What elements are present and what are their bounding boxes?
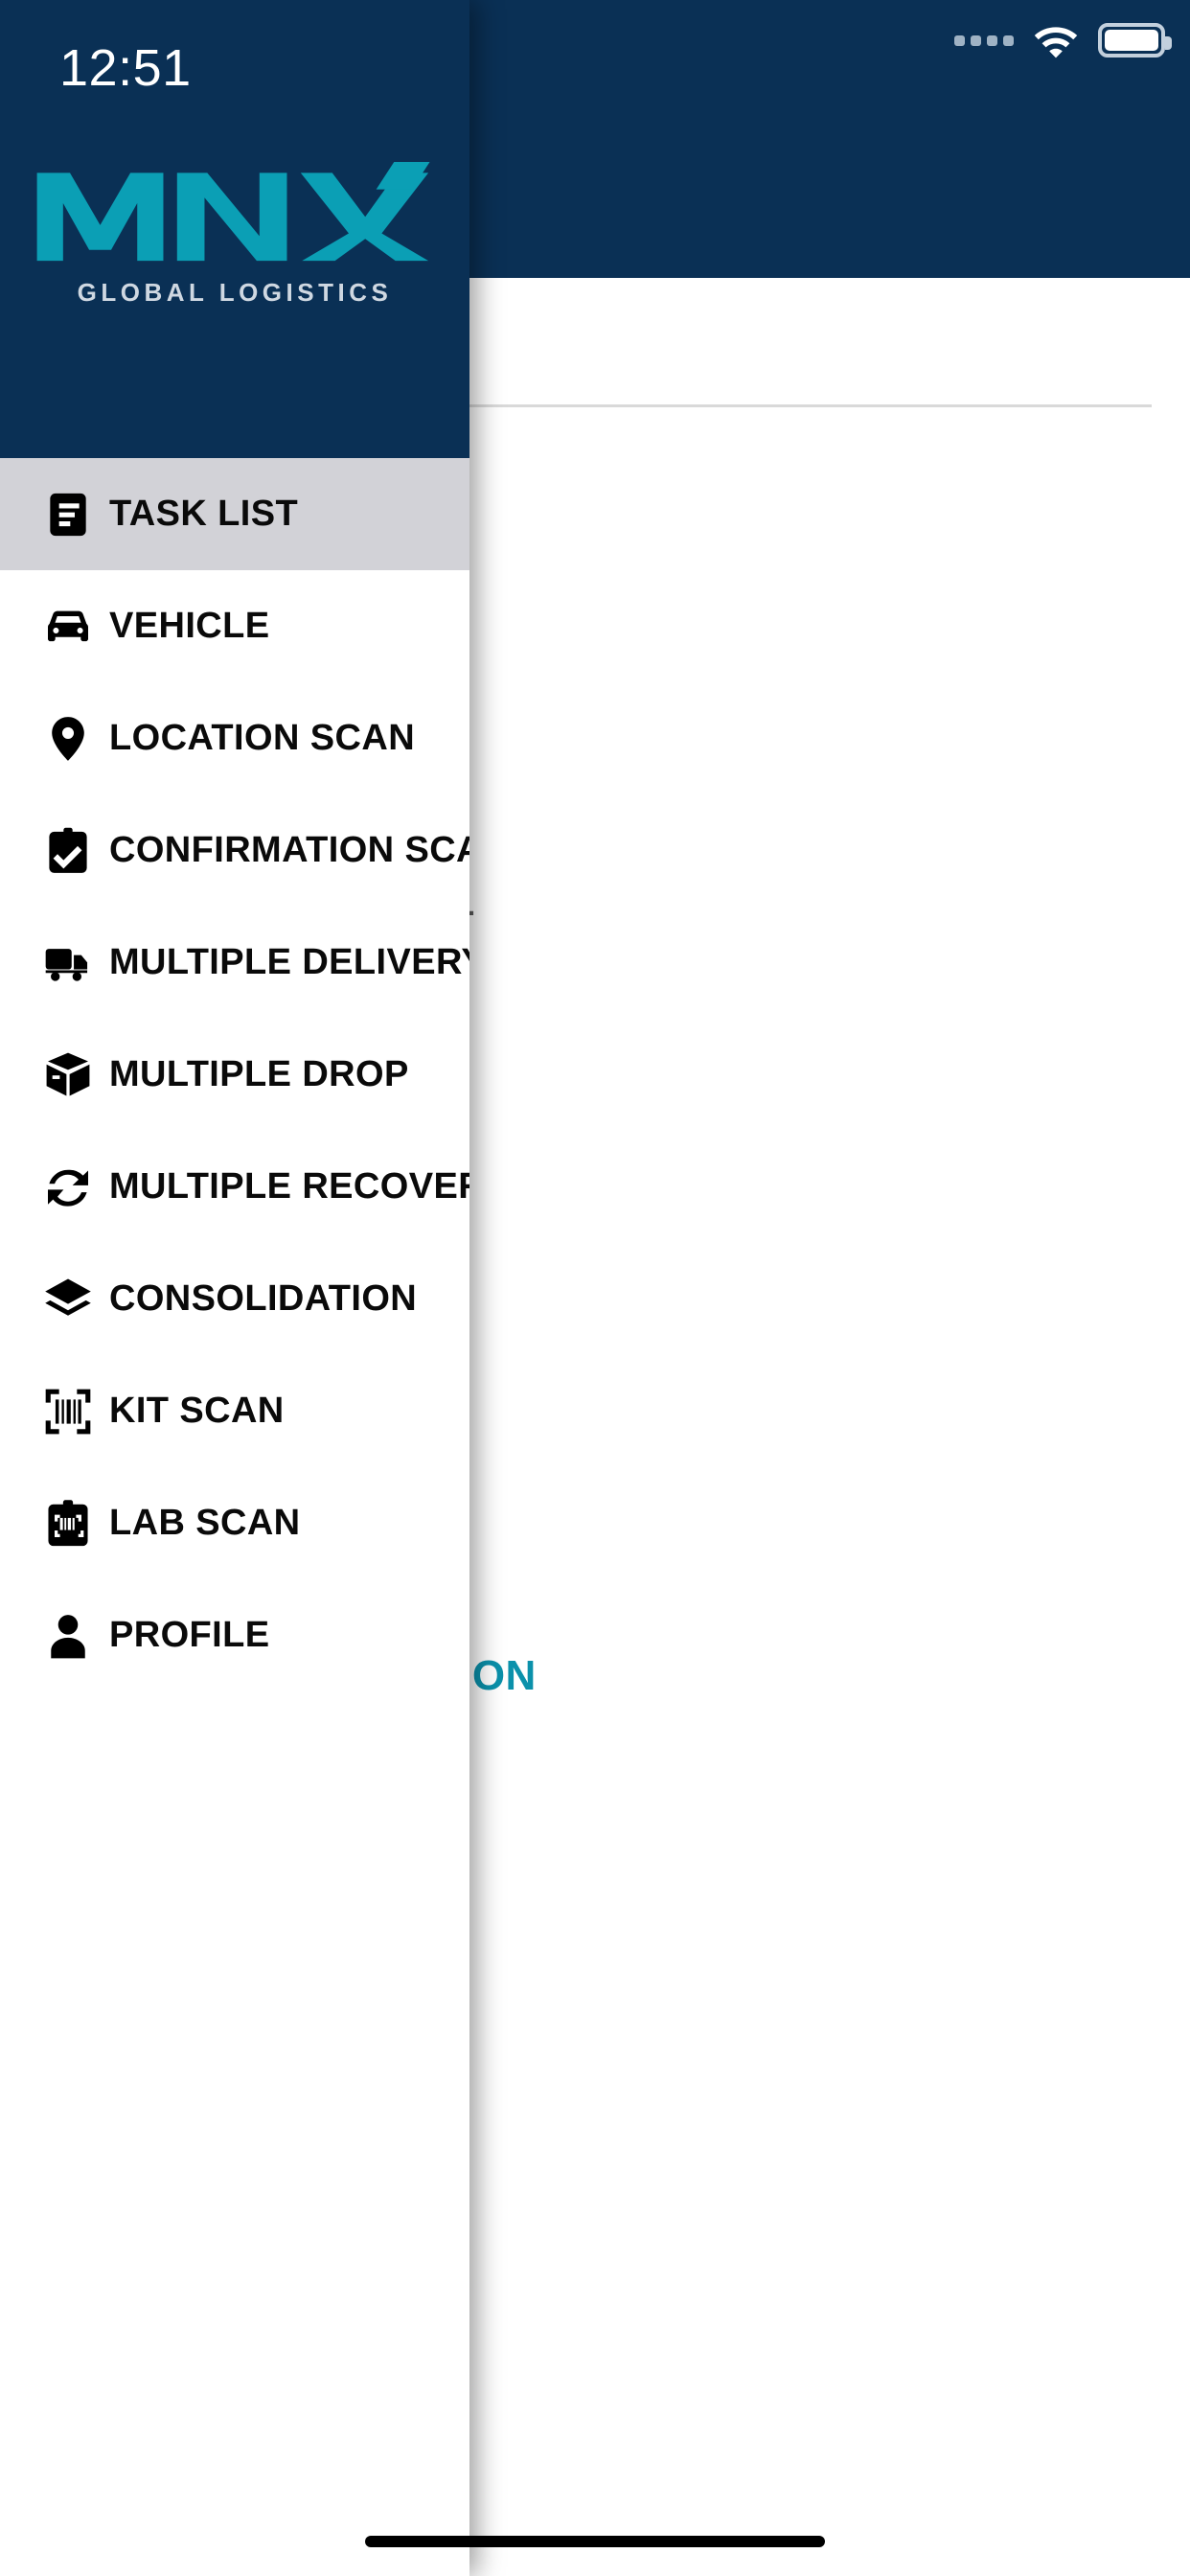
map-pin-icon <box>27 712 109 766</box>
home-indicator <box>365 2536 825 2547</box>
layers-icon <box>27 1273 109 1326</box>
sidebar-item-label: CONFIRMATION SCAN <box>109 830 469 870</box>
task-list-icon <box>27 488 109 541</box>
sidebar-item-label: LAB SCAN <box>109 1503 301 1543</box>
delivery-truck-icon <box>27 936 109 990</box>
box-icon <box>27 1048 109 1102</box>
sidebar-item-task-list[interactable]: TASK LIST <box>0 458 469 570</box>
drawer-header: 12:51 GLOBAL LOGISTICS <box>0 0 469 458</box>
sidebar-item-location-scan[interactable]: LOCATION SCAN <box>0 682 469 794</box>
mnx-logo-icon <box>36 161 430 262</box>
sidebar-item-consolidation[interactable]: CONSOLIDATION <box>0 1243 469 1355</box>
clipboard-barcode-icon <box>27 1497 109 1551</box>
sidebar-item-multiple-drop[interactable]: MULTIPLE DROP <box>0 1019 469 1131</box>
sidebar-item-label: TASK LIST <box>109 494 299 534</box>
sidebar-item-label: MULTIPLE DROP <box>109 1054 409 1094</box>
sidebar-item-label: KIT SCAN <box>109 1391 285 1431</box>
sidebar-item-kit-scan[interactable]: KIT SCAN <box>0 1355 469 1467</box>
car-icon <box>27 600 109 654</box>
sidebar-item-multiple-recover[interactable]: MULTIPLE RECOVER <box>0 1131 469 1243</box>
sidebar-item-label: PROFILE <box>109 1615 270 1655</box>
barcode-scan-icon <box>27 1385 109 1438</box>
sidebar-item-profile[interactable]: PROFILE <box>0 1579 469 1691</box>
status-bar <box>954 21 1172 59</box>
battery-icon <box>1098 23 1172 58</box>
sidebar-item-label: VEHICLE <box>109 606 270 646</box>
sidebar-item-label: MULTIPLE DELIVERY <box>109 942 469 982</box>
sidebar-item-vehicle[interactable]: VEHICLE <box>0 570 469 682</box>
recover-arrows-icon <box>27 1161 109 1214</box>
brand-tagline: GLOBAL LOGISTICS <box>77 278 393 307</box>
brand-logo: GLOBAL LOGISTICS <box>0 161 469 308</box>
person-icon <box>27 1609 109 1663</box>
sidebar-item-lab-scan[interactable]: LAB SCAN <box>0 1467 469 1579</box>
drawer-menu-list: TASK LIST VEHICLE LOCATION SCAN CONFIRMA… <box>0 458 469 2576</box>
signal-dots-icon <box>954 34 1014 46</box>
wifi-icon <box>1031 21 1081 59</box>
status-bar-clock: 12:51 <box>59 39 192 97</box>
sidebar-item-label: MULTIPLE RECOVER <box>109 1166 469 1207</box>
clipboard-check-icon <box>27 824 109 878</box>
navigation-drawer: 12:51 GLOBAL LOGISTICS TASK LIST VEHICLE… <box>0 0 469 2576</box>
sidebar-item-label: CONSOLIDATION <box>109 1278 418 1319</box>
sidebar-item-multiple-delivery[interactable]: MULTIPLE DELIVERY <box>0 907 469 1019</box>
sidebar-item-confirmation-scan[interactable]: CONFIRMATION SCAN <box>0 794 469 907</box>
sidebar-item-label: LOCATION SCAN <box>109 718 416 758</box>
